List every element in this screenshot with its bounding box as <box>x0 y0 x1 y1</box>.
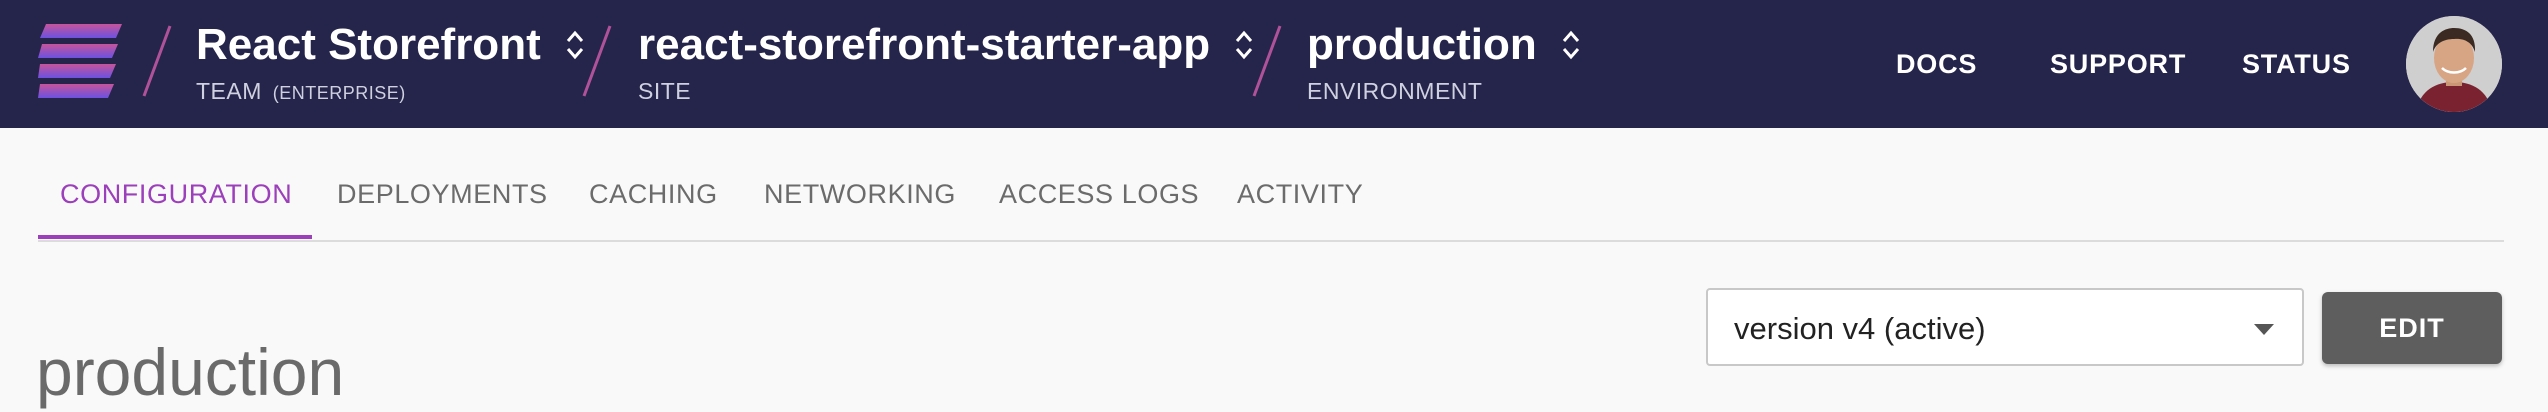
team-tier: (ENTERPRISE) <box>272 83 406 103</box>
environment-label: ENVIRONMENT <box>1307 78 1483 104</box>
breadcrumb-team[interactable]: React Storefront TEAM (ENTERPRISE) <box>196 18 585 108</box>
tab-caching[interactable]: CACHING <box>589 176 718 212</box>
status-link[interactable]: STATUS <box>2242 46 2351 82</box>
top-bar: React Storefront TEAM (ENTERPRISE) react… <box>0 0 2548 128</box>
tab-access-logs[interactable]: ACCESS LOGS <box>999 176 1199 212</box>
version-select-value: version v4 (active) <box>1734 311 1986 346</box>
breadcrumb-separator-icon <box>582 25 612 97</box>
site-name: react-storefront-starter-app <box>638 20 1211 69</box>
page-title: production <box>36 335 345 410</box>
docs-link[interactable]: DOCS <box>1896 46 1977 82</box>
breadcrumb-separator-icon <box>1252 25 1282 97</box>
tab-networking[interactable]: NETWORKING <box>764 176 956 212</box>
team-label: TEAM <box>196 78 262 104</box>
avatar[interactable] <box>2406 16 2502 112</box>
tab-activity[interactable]: ACTIVITY <box>1237 176 1363 212</box>
edit-button[interactable]: EDIT <box>2322 292 2502 364</box>
active-tab-indicator <box>38 235 312 239</box>
tab-deployments[interactable]: DEPLOYMENTS <box>337 176 548 212</box>
chevron-up-down-icon[interactable] <box>1561 29 1581 61</box>
tab-configuration[interactable]: CONFIGURATION <box>60 176 292 212</box>
logo-icon[interactable] <box>38 24 122 98</box>
dropdown-caret-icon <box>2254 324 2274 335</box>
user-photo-icon <box>2406 16 2502 112</box>
environment-name: production <box>1307 20 1537 69</box>
tab-bar: CONFIGURATION DEPLOYMENTS CACHING NETWOR… <box>38 128 2504 242</box>
breadcrumb-separator-icon <box>142 25 172 97</box>
breadcrumb-site[interactable]: react-storefront-starter-app SITE <box>638 18 1254 106</box>
breadcrumb-environment[interactable]: production ENVIRONMENT <box>1307 18 1581 106</box>
support-link[interactable]: SUPPORT <box>2050 46 2186 82</box>
version-select[interactable]: version v4 (active) <box>1706 288 2304 366</box>
site-label: SITE <box>638 78 692 104</box>
team-name: React Storefront <box>196 20 541 69</box>
